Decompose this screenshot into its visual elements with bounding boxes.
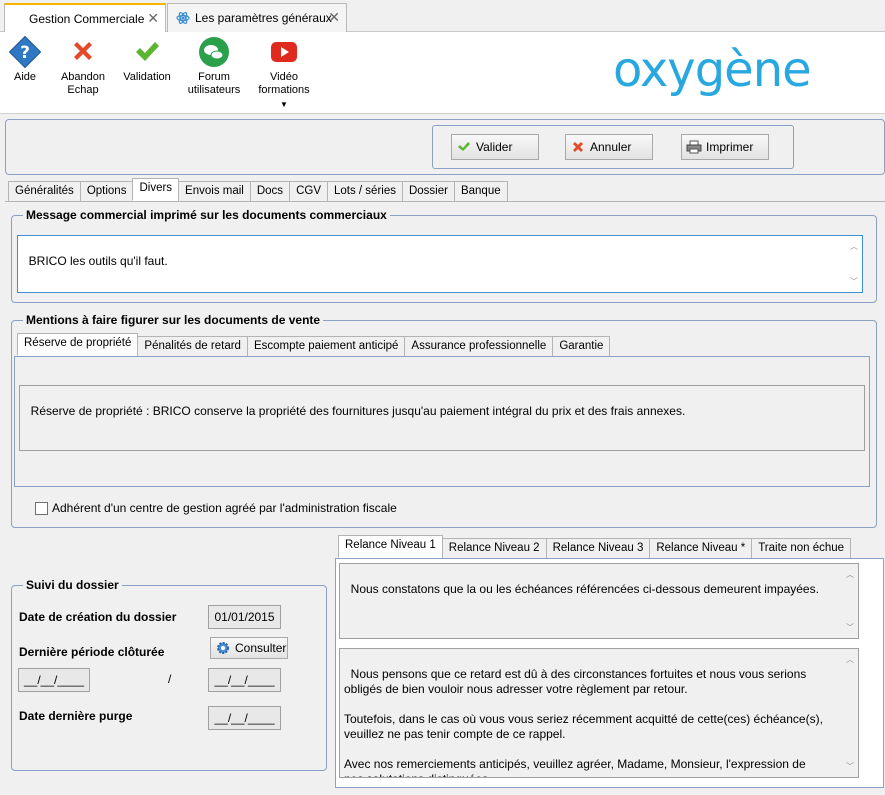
tab-escompte[interactable]: Escompte paiement anticipé xyxy=(246,336,406,356)
forum-chat-icon xyxy=(198,36,230,68)
reserve-propriete-value: Réserve de propriété : BRICO conserve la… xyxy=(30,404,686,418)
periode-debut-input[interactable]: __/__/____ xyxy=(18,668,90,692)
forum-button[interactable]: Forum utilisateurs xyxy=(186,36,242,97)
adherent-label: Adhérent d'un centre de gestion agréé pa… xyxy=(52,501,397,515)
relance-body-input[interactable]: Nous pensons que ce retard est dû à des … xyxy=(339,648,859,778)
close-icon[interactable]: ✕ xyxy=(328,9,340,26)
video-play-icon xyxy=(268,36,300,68)
tab-options[interactable]: Options xyxy=(79,181,134,201)
doc-tab-label: Gestion Commerciale xyxy=(29,11,145,26)
doc-tab-parametres-generaux[interactable]: Les paramètres généraux ✕ xyxy=(167,3,347,32)
adherent-checkbox[interactable] xyxy=(35,502,48,515)
doc-tab-label: Les paramètres généraux xyxy=(195,11,332,25)
tab-relance-niveau-1[interactable]: Relance Niveau 1 xyxy=(338,535,443,558)
video-label-1: Vidéo xyxy=(270,71,298,83)
relance-tabs: Relance Niveau 1 Relance Niveau 2 Relanc… xyxy=(338,535,852,558)
tab-assurance[interactable]: Assurance professionnelle xyxy=(404,336,554,356)
mentions-tabs: Réserve de propriété Pénalités de retard… xyxy=(17,333,611,356)
periode-fin-input[interactable]: __/__/____ xyxy=(208,668,281,692)
printer-icon xyxy=(686,139,702,155)
consulter-button[interactable]: Consulter xyxy=(210,637,288,659)
tab-traite-non-echue[interactable]: Traite non échue xyxy=(751,538,852,558)
imprimer-label: Imprimer xyxy=(706,140,754,154)
abandon-label-2: Echap xyxy=(67,84,99,96)
date-separator: / xyxy=(168,672,172,686)
dropdown-arrow-icon[interactable]: ▼ xyxy=(256,98,312,111)
tab-relance-niveau-star[interactable]: Relance Niveau * xyxy=(649,538,753,558)
tab-docs[interactable]: Docs xyxy=(249,181,291,201)
derniere-periode-label: Dernière période clôturée xyxy=(19,645,165,659)
suivi-dossier-title: Suivi du dossier xyxy=(23,578,122,592)
check-icon xyxy=(456,139,472,155)
document-tab-bar: Gestion Commerciale ✕ Les paramètres gén… xyxy=(0,0,885,32)
tab-divers[interactable]: Divers xyxy=(132,178,180,201)
video-formations-button[interactable]: Vidéo formations ▼ xyxy=(256,36,312,111)
aide-button[interactable]: ? Aide xyxy=(6,35,44,84)
close-icon[interactable]: ✕ xyxy=(147,10,159,27)
tab-dossier[interactable]: Dossier xyxy=(401,181,455,201)
forum-label-2: utilisateurs xyxy=(187,84,241,96)
reserve-propriete-input[interactable]: Réserve de propriété : BRICO conserve la… xyxy=(19,385,865,451)
abandon-button[interactable]: Abandon Echap xyxy=(56,36,110,97)
tab-relance-niveau-3[interactable]: Relance Niveau 3 xyxy=(545,538,651,558)
scrollbar[interactable]: ︿ ﹀ xyxy=(843,650,857,776)
oxygene-logo: oxygène xyxy=(609,40,879,100)
tab-reserve-propriete[interactable]: Réserve de propriété xyxy=(17,333,139,356)
tab-cgv[interactable]: CGV xyxy=(289,181,328,201)
svg-text:?: ? xyxy=(20,43,30,63)
validation-button[interactable]: Validation xyxy=(122,36,172,84)
relance-intro-input[interactable]: Nous constatons que la ou les échéances … xyxy=(339,563,859,639)
gear-icon xyxy=(215,640,231,656)
cancel-x-icon xyxy=(67,36,99,68)
aide-label: Aide xyxy=(13,71,37,83)
main-tabs: Généralités Options Divers Envois mail D… xyxy=(8,178,508,201)
valider-label: Valider xyxy=(476,140,513,154)
tab-relance-niveau-2[interactable]: Relance Niveau 2 xyxy=(441,538,547,558)
cancel-x-icon xyxy=(570,139,586,155)
check-icon xyxy=(131,36,163,68)
date-purge-input[interactable]: __/__/____ xyxy=(208,706,281,730)
settings-atom-icon xyxy=(176,11,190,25)
ribbon-toolbar: ? Aide Abandon Echap Validation Forum ut… xyxy=(0,32,885,114)
scrollbar[interactable]: ︿ ﹀ xyxy=(847,237,861,291)
tab-garantie[interactable]: Garantie xyxy=(552,336,611,356)
tab-lots-series[interactable]: Lots / séries xyxy=(326,181,403,201)
consulter-label: Consulter xyxy=(235,641,287,655)
doc-tab-gestion-commerciale[interactable]: Gestion Commerciale ✕ xyxy=(4,3,166,32)
video-label-2: formations xyxy=(258,84,310,96)
message-commercial-title: Message commercial imprimé sur les docum… xyxy=(23,208,390,222)
mentions-title: Mentions à faire figurer sur les documen… xyxy=(23,313,324,327)
help-icon: ? xyxy=(8,35,42,69)
tab-envois-mail[interactable]: Envois mail xyxy=(178,181,251,201)
date-purge-label: Date dernière purge xyxy=(19,709,133,723)
message-commercial-value: BRICO les outils qu'il faut. xyxy=(28,254,168,268)
forum-label-1: Forum xyxy=(198,71,230,83)
annuler-button[interactable]: Annuler xyxy=(565,134,653,160)
date-creation-input[interactable]: 01/01/2015 xyxy=(208,605,281,629)
relance-intro-value: Nous constatons que la ou les échéances … xyxy=(350,582,819,596)
tab-penalites-retard[interactable]: Pénalités de retard xyxy=(137,336,248,356)
imprimer-button[interactable]: Imprimer xyxy=(681,134,769,160)
message-commercial-input[interactable]: BRICO les outils qu'il faut. ︿ ﹀ xyxy=(17,235,863,293)
tabs-divider xyxy=(5,201,885,202)
scrollbar[interactable]: ︿ ﹀ xyxy=(843,565,857,637)
validation-label: Validation xyxy=(123,71,171,83)
relance-body-value: Nous pensons que ce retard est dû à des … xyxy=(344,667,823,777)
abandon-label-1: Abandon xyxy=(60,71,106,83)
valider-button[interactable]: Valider xyxy=(451,134,539,160)
annuler-label: Annuler xyxy=(590,140,632,154)
tab-generalites[interactable]: Généralités xyxy=(8,181,81,201)
date-creation-label: Date de création du dossier xyxy=(19,610,177,624)
svg-text:oxygène: oxygène xyxy=(613,42,811,98)
tab-banque[interactable]: Banque xyxy=(453,181,508,201)
